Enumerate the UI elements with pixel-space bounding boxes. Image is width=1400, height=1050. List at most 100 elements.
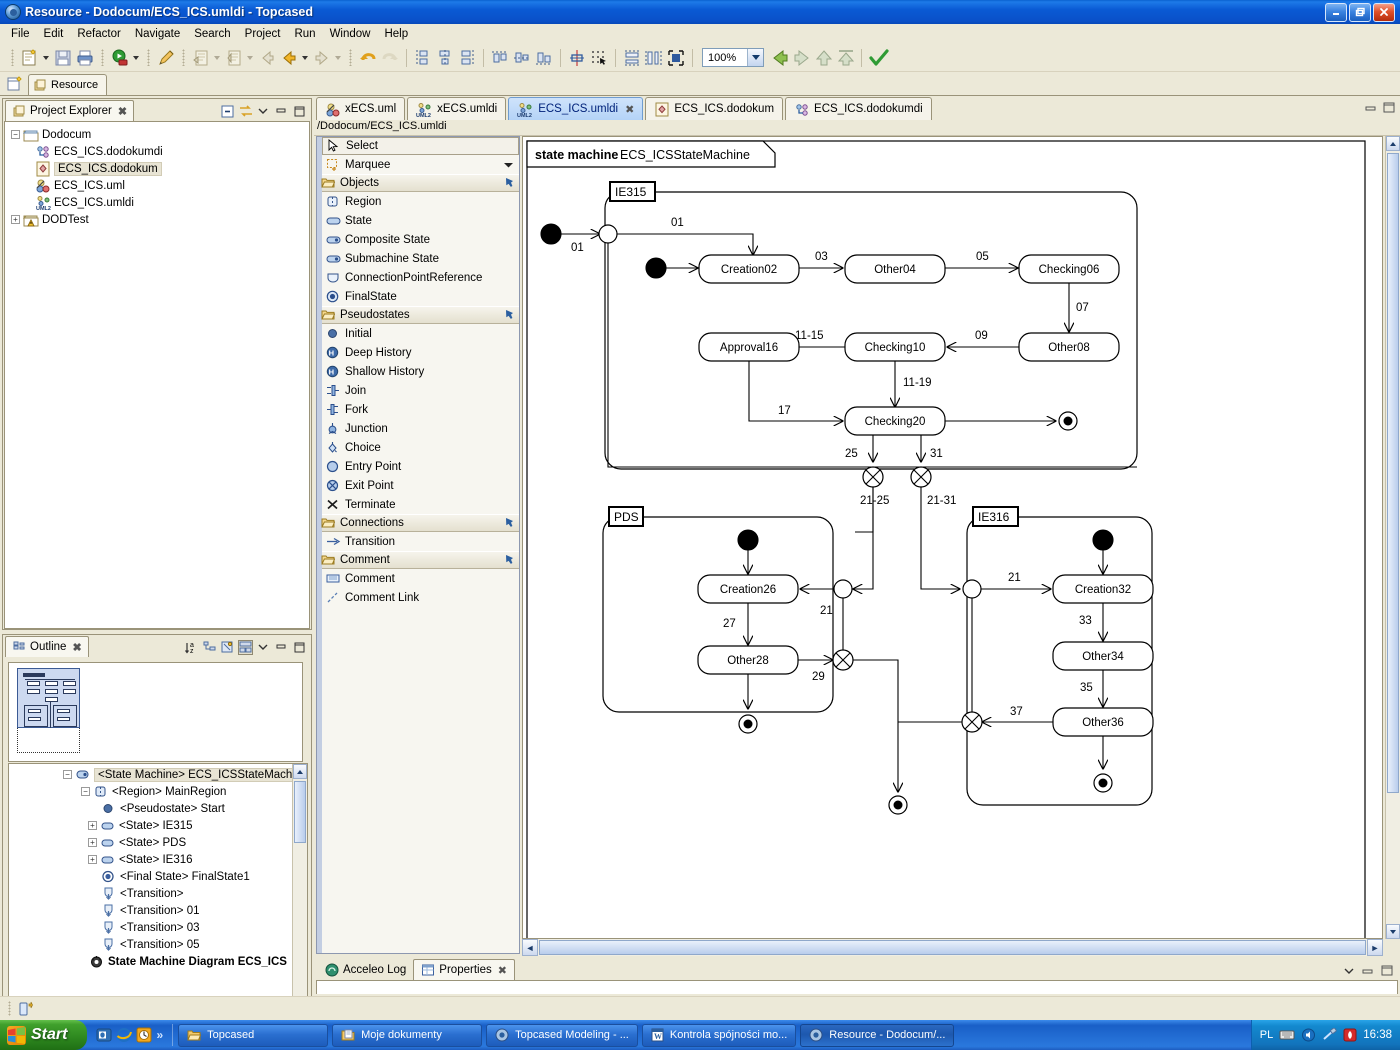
- palette-item-deep-history[interactable]: H Deep History: [322, 343, 519, 362]
- palette-item-join[interactable]: Join: [322, 381, 519, 400]
- project-explorer-tab[interactable]: Project Explorer ✖: [5, 100, 135, 121]
- close-icon[interactable]: ✖: [625, 103, 634, 116]
- editor-tab-ecs-ics-dodokum[interactable]: ECS_ICS.dodokum: [645, 97, 784, 120]
- next-page-icon[interactable]: [791, 48, 811, 68]
- scroll-right-button[interactable]: ►: [1367, 939, 1383, 956]
- palette-tool-marquee[interactable]: Marquee: [322, 155, 519, 174]
- pencil-icon[interactable]: [156, 48, 176, 68]
- start-button[interactable]: Start: [0, 1020, 88, 1050]
- open-perspective-icon[interactable]: [6, 75, 24, 93]
- palette-item-shallow-history[interactable]: H Shallow History: [322, 362, 519, 381]
- filter-icon[interactable]: [220, 640, 235, 655]
- close-icon[interactable]: ✖: [498, 964, 507, 977]
- quick-launch-chevron[interactable]: »: [156, 1028, 163, 1042]
- print-icon[interactable]: [75, 48, 95, 68]
- outline-item-state-machine-diagram[interactable]: State Machine Diagram ECS_ICS: [9, 953, 307, 970]
- view-menu-icon[interactable]: [1342, 965, 1356, 977]
- editor-tab-ecs-ics-umldi[interactable]: UML2 ECS_ICS.umldi ✖: [508, 97, 644, 120]
- up-icon[interactable]: [813, 48, 833, 68]
- outline-item-state-pds[interactable]: + <State> PDS: [9, 834, 307, 851]
- match-width-icon[interactable]: [644, 48, 664, 68]
- maximize-icon[interactable]: [292, 104, 307, 119]
- scroll-up-button[interactable]: [293, 764, 307, 779]
- scroll-down-button[interactable]: [1386, 924, 1400, 939]
- toolbar-grip-5[interactable]: [349, 49, 352, 66]
- redo-icon[interactable]: [380, 48, 400, 68]
- outline-item-final-state[interactable]: <Final State> FinalState1: [9, 868, 307, 885]
- pin-icon[interactable]: [503, 177, 515, 189]
- export-icon[interactable]: [224, 48, 244, 68]
- previous-page-icon[interactable]: [769, 48, 789, 68]
- taskbar-item-topcased-modeling[interactable]: Topcased Modeling - ...: [486, 1023, 638, 1047]
- import-dropdown-arrow[interactable]: [212, 48, 221, 68]
- palette-group-pseudostates[interactable]: Pseudostates: [317, 306, 519, 324]
- outlook-icon[interactable]: [96, 1027, 112, 1043]
- tab-acceleo-log[interactable]: Acceleo Log: [318, 959, 413, 980]
- zoom-level-combo[interactable]: 100%: [702, 48, 764, 67]
- editor-tab-xecs-umldi[interactable]: UML2 xECS.umldi: [407, 97, 507, 120]
- canvas-vscrollbar[interactable]: [1385, 136, 1400, 939]
- maximize-icon[interactable]: [1382, 102, 1396, 114]
- link-with-editor-icon[interactable]: [238, 104, 253, 119]
- palette-item-transition[interactable]: Transition: [322, 532, 519, 551]
- collapse-all-icon[interactable]: [220, 104, 235, 119]
- next-icon[interactable]: [312, 48, 332, 68]
- top-icon[interactable]: [835, 48, 855, 68]
- palette-item-entry-point[interactable]: Entry Point: [322, 457, 519, 476]
- chevron-down-icon[interactable]: [504, 162, 513, 168]
- toolbar-grip[interactable]: [11, 49, 14, 66]
- minimize-icon[interactable]: [274, 640, 289, 655]
- expander-icon[interactable]: −: [81, 787, 90, 796]
- internet-explorer-icon[interactable]: [116, 1027, 133, 1043]
- media-icon[interactable]: [136, 1027, 152, 1043]
- ruler-icon[interactable]: [567, 48, 587, 68]
- outline-scroll-thumb[interactable]: [294, 781, 306, 843]
- taskbar-item-kontrola[interactable]: W Kontrola spójności mo...: [641, 1023, 797, 1047]
- palette-group-connections[interactable]: Connections: [317, 514, 519, 532]
- tree-item-ecs-ics-dodokumdi[interactable]: ECS_ICS.dodokumdi: [11, 143, 309, 160]
- scroll-up-button[interactable]: [1386, 136, 1400, 151]
- minimize-icon[interactable]: [274, 104, 289, 119]
- palette-group-objects[interactable]: Objects: [317, 174, 519, 192]
- align-middle-icon[interactable]: [512, 48, 532, 68]
- pin-icon[interactable]: [503, 517, 515, 529]
- save-icon[interactable]: [53, 48, 73, 68]
- palette-group-comment[interactable]: Comment: [317, 551, 519, 569]
- state-machine-diagram[interactable]: state machine ECS_ICSStateMachine IE315 …: [523, 137, 1383, 939]
- tree-item-dodocum[interactable]: − Dodocum: [11, 126, 309, 143]
- expander-icon[interactable]: +: [11, 215, 20, 224]
- zoom-dropdown-button[interactable]: [747, 49, 763, 66]
- snap-to-grid-icon[interactable]: [589, 48, 609, 68]
- view-menu-icon[interactable]: [256, 640, 271, 655]
- tab-properties[interactable]: Properties ✖: [413, 959, 515, 980]
- outline-tab[interactable]: Outline ✖: [5, 636, 89, 657]
- palette-item-comment-link[interactable]: Comment Link: [322, 588, 519, 607]
- expander-icon[interactable]: +: [88, 855, 97, 864]
- tree-item-ecs-ics-umldi[interactable]: UML2 ECS_ICS.umldi: [11, 194, 309, 211]
- menu-item-edit[interactable]: Edit: [37, 26, 71, 42]
- align-center-icon[interactable]: [435, 48, 455, 68]
- previous-icon[interactable]: [279, 48, 299, 68]
- palette-item-final-state[interactable]: FinalState: [322, 287, 519, 306]
- zoom-fit-icon[interactable]: [666, 48, 686, 68]
- palette-item-submachine-state[interactable]: Submachine State: [322, 249, 519, 268]
- previous-dropdown-arrow[interactable]: [300, 48, 309, 68]
- run-dropdown-arrow[interactable]: [131, 48, 140, 68]
- align-bottom-icon[interactable]: [534, 48, 554, 68]
- maximize-icon[interactable]: [1380, 965, 1394, 977]
- tree-item-ecs-ics-uml[interactable]: ECS_ICS.uml: [11, 177, 309, 194]
- outline-item-state-machine[interactable]: − <State Machine> ECS_ICSStateMachine: [9, 766, 307, 783]
- new-dropdown-arrow[interactable]: [41, 48, 50, 68]
- undo-icon[interactable]: [358, 48, 378, 68]
- expander-icon[interactable]: +: [88, 838, 97, 847]
- pin-icon[interactable]: [503, 554, 515, 566]
- hierarchy-icon[interactable]: [202, 640, 217, 655]
- menu-item-run[interactable]: Run: [287, 26, 322, 42]
- outline-item-state-ie316[interactable]: + <State> IE316: [9, 851, 307, 868]
- expander-icon[interactable]: −: [63, 770, 72, 779]
- perspective-tab-resource[interactable]: Resource: [28, 74, 108, 95]
- restore-button[interactable]: [1349, 2, 1371, 22]
- align-left-icon[interactable]: [413, 48, 433, 68]
- close-icon[interactable]: ✖: [118, 105, 127, 118]
- palette-item-connection-point-reference[interactable]: ConnectionPointReference: [322, 268, 519, 287]
